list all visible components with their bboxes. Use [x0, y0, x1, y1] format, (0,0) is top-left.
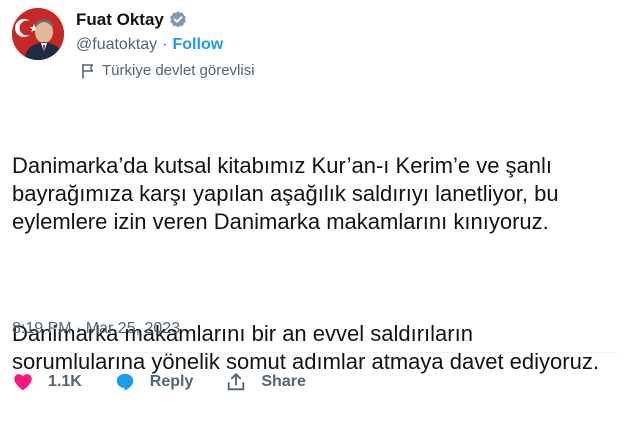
author-name-row: Fuat Oktay — [76, 10, 188, 30]
author-handle-row: @fuatoktay · Follow — [76, 36, 223, 54]
author-name[interactable]: Fuat Oktay — [76, 10, 164, 30]
account-label-text: Türkiye devlet görevlisi — [102, 62, 255, 79]
tweet-timestamp[interactable]: 8:19 PM · Mar 25, 2023 — [12, 320, 180, 338]
reply-bubble-icon — [114, 371, 136, 393]
avatar[interactable] — [12, 8, 64, 60]
tweet-paragraph: Danimarka’da kutsal kitabımız Kur’an-ı K… — [12, 153, 565, 234]
verified-badge-icon[interactable] — [168, 10, 188, 30]
share-label: Share — [261, 373, 306, 390]
account-label[interactable]: Türkiye devlet görevlisi — [80, 62, 255, 79]
action-bar: 1.1K Reply Share — [12, 368, 338, 396]
like-button[interactable]: 1.1K — [12, 371, 82, 393]
share-button[interactable]: Share — [225, 371, 306, 393]
follow-button[interactable]: Follow — [173, 36, 224, 54]
divider — [12, 352, 618, 353]
tweet-card: Fuat Oktay @fuatoktay · Follow Türkiye d… — [0, 0, 630, 400]
government-flag-icon — [80, 63, 96, 79]
reply-button[interactable]: Reply — [114, 371, 194, 393]
avatar-image — [12, 8, 64, 60]
like-count: 1.1K — [48, 373, 82, 390]
heart-icon — [12, 371, 34, 393]
reply-label: Reply — [149, 373, 194, 390]
author-handle[interactable]: @fuatoktay — [76, 36, 157, 54]
share-upload-icon — [225, 371, 247, 393]
separator-dot: · — [162, 36, 168, 53]
